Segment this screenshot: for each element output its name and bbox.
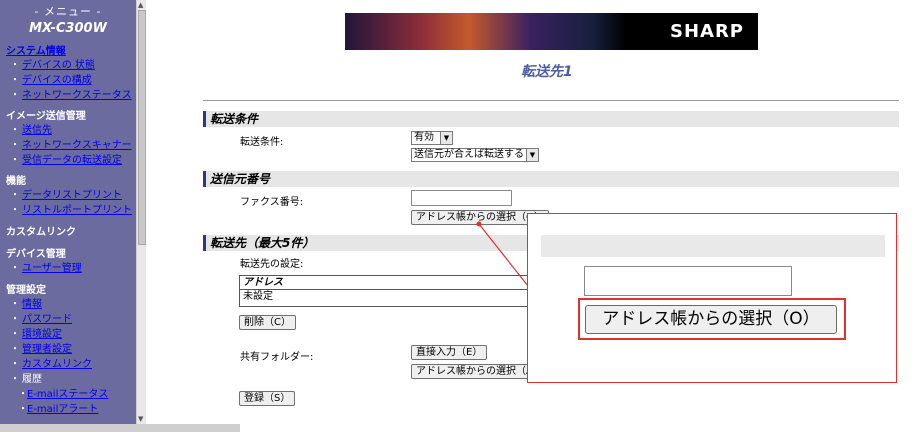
- sidebar-section-functions: 機能: [6, 176, 26, 187]
- fax-number-input[interactable]: [411, 190, 512, 206]
- sidebar-item-device-config[interactable]: ・デバイスの構成: [0, 73, 136, 88]
- sidebar-item-info[interactable]: ・情報: [0, 297, 136, 312]
- sidebar-item-history[interactable]: ・履歴: [0, 372, 136, 387]
- sidebar-item-admin-config[interactable]: ・管理者設定: [0, 342, 136, 357]
- sidebar-item-network-scanner[interactable]: ・ネットワークスキャナー: [0, 138, 136, 153]
- header-banner: SHARP: [345, 13, 758, 50]
- title-divider: [203, 100, 899, 101]
- sidebar-section-image-send: イメージ送信管理: [6, 111, 86, 122]
- zoom-address-book-button: アドレス帳からの選択（O）: [585, 305, 837, 334]
- destination-setting-label: 転送先の設定:: [240, 259, 304, 270]
- address-list-header: アドレス: [240, 276, 528, 290]
- sidebar-section-device-mgmt: デバイス管理: [6, 249, 66, 260]
- address-list[interactable]: アドレス 未設定: [239, 275, 529, 307]
- page-title: 転送先1: [521, 64, 573, 80]
- forward-condition-label: 転送条件:: [240, 137, 284, 148]
- delete-button[interactable]: 削除（C）: [239, 315, 296, 330]
- sidebar-scrollbar[interactable]: ▲ ▼: [136, 0, 146, 424]
- sidebar-item-email-alert[interactable]: ・E-mailアラート: [0, 402, 136, 417]
- sidebar-item-device-status[interactable]: ・デバイスの 状態: [0, 58, 136, 73]
- horizontal-scrollbar[interactable]: [0, 424, 240, 432]
- sidebar-item-data-list-print[interactable]: ・データリストプリント: [0, 188, 136, 203]
- sender-match-select[interactable]: 送信元が合えば転送する ▼: [411, 148, 539, 162]
- enabled-select[interactable]: 有効 ▼: [411, 131, 453, 145]
- sidebar-item-forward-settings[interactable]: ・受信データの転送設定: [0, 153, 136, 168]
- zoom-section-band: [541, 235, 885, 257]
- logo-area: SHARP: [628, 13, 758, 50]
- menu-title: - メニュー -: [34, 5, 102, 18]
- model-name: MX-C300W: [29, 21, 107, 36]
- sidebar-item-custom-link-2[interactable]: ・カスタムリンク: [0, 357, 136, 372]
- sidebar-item-email-status[interactable]: ・E-mailステータス: [0, 387, 136, 402]
- section-title: 送信元番号: [210, 172, 271, 186]
- shared-folder-label: 共有フォルダー:: [240, 352, 314, 363]
- sidebar-item-password[interactable]: ・パスワード: [0, 312, 136, 327]
- sidebar-item-user-mgmt[interactable]: ・ユーザー管理: [0, 261, 136, 276]
- list-item[interactable]: 未設定: [240, 290, 528, 303]
- scrollbar-thumb[interactable]: [138, 10, 146, 245]
- sidebar-section-admin-settings: 管理設定: [6, 285, 46, 296]
- section-title: 転送条件: [210, 112, 259, 126]
- sidebar-item-destination[interactable]: ・送信先: [0, 123, 136, 138]
- register-button[interactable]: 登録（S）: [239, 391, 296, 406]
- chevron-down-icon: ▼: [526, 149, 538, 161]
- zoom-callout: アドレス帳からの選択（O）: [527, 213, 897, 383]
- scroll-up-icon[interactable]: ▲: [138, 1, 143, 9]
- section-forward-condition: 転送条件: [203, 111, 899, 127]
- chevron-down-icon: ▼: [440, 132, 452, 144]
- section-sender-number: 送信元番号: [203, 171, 899, 187]
- sidebar-item-list-report-print[interactable]: ・リストルポートプリント: [0, 203, 136, 218]
- scroll-down-icon[interactable]: ▼: [138, 415, 143, 423]
- section-title: 転送先（最大5件）: [210, 236, 315, 250]
- sidebar-item-custom-link[interactable]: カスタムリンク: [0, 227, 136, 239]
- zoom-fax-input: [584, 266, 792, 296]
- fax-number-label: ファクス番号:: [240, 197, 304, 208]
- sidebar: - メニュー - MX-C300W システム情報 ・デバイスの 状態 ・デバイス…: [0, 0, 136, 424]
- sharp-logo: SHARP: [669, 21, 744, 42]
- sidebar-item-system-info[interactable]: システム情報: [0, 46, 136, 58]
- sidebar-item-env-settings[interactable]: ・環境設定: [0, 327, 136, 342]
- sidebar-item-network-status[interactable]: ・ネットワークステータス: [0, 88, 136, 103]
- direct-input-button[interactable]: 直接入力（E）: [411, 345, 488, 360]
